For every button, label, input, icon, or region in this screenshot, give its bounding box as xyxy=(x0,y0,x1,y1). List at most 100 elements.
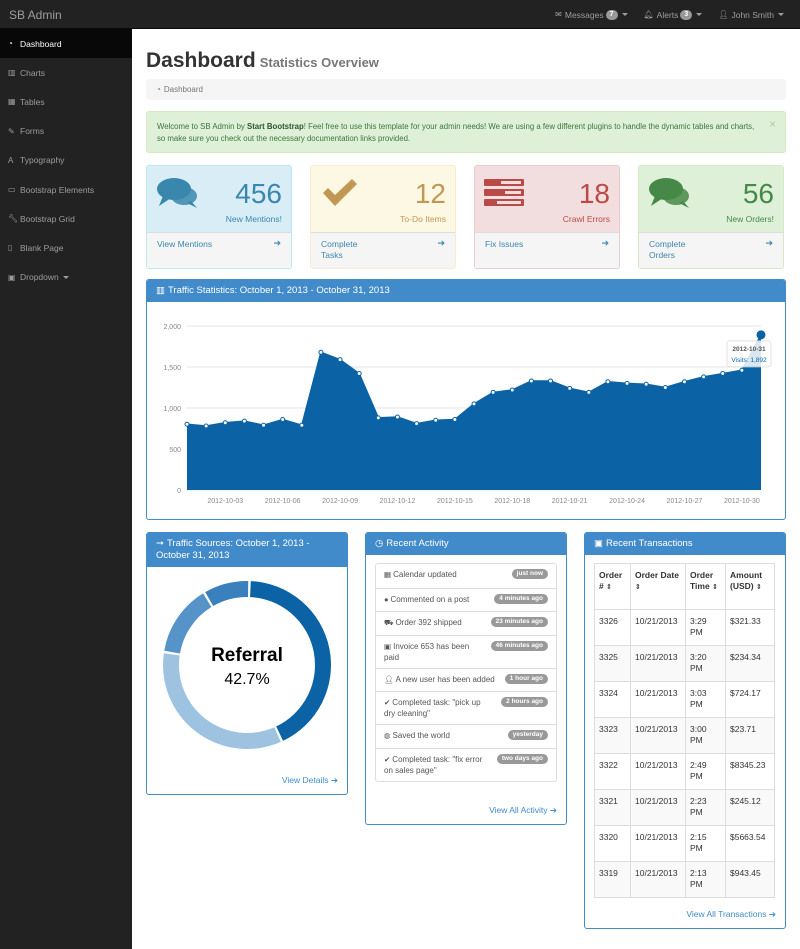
cell-time: 3:20 PM xyxy=(685,645,726,682)
link-line-1: Complete xyxy=(321,239,358,249)
caret-down-icon xyxy=(696,13,703,16)
list-item[interactable]: 👤︎ A new user has been added 1 hour ago xyxy=(376,667,556,692)
column-header-time[interactable]: Order Time ⇕ xyxy=(685,563,726,610)
data-point xyxy=(490,389,496,395)
complete-tasks-link[interactable]: Complete Tasks xyxy=(321,239,357,260)
clock-icon: ◷ xyxy=(375,538,384,549)
tooltip-visits: Visits: 1,892 xyxy=(731,357,767,364)
sidebar-item-label: Forms xyxy=(20,126,45,137)
data-point xyxy=(509,387,515,393)
sidebar-item-blank-page[interactable]: ▯ Blank Page xyxy=(0,233,132,262)
cell-order: 3323 xyxy=(594,717,631,754)
panel-heading: ◷ Recent Activity xyxy=(366,533,566,555)
panel-heading: ➞ Traffic Sources: October 1, 2013 - Octo… xyxy=(147,533,347,567)
breadcrumb: ◔ Dashboard xyxy=(146,79,786,100)
arrow-circle-right-icon[interactable]: ➔ xyxy=(273,238,281,249)
list-item[interactable]: ✔ Completed task: "pick up dry cleaning" 2… xyxy=(376,691,556,724)
sidebar-item-forms[interactable]: ✎ Forms xyxy=(0,117,132,146)
start-bootstrap-link[interactable]: Start Bootstrap xyxy=(247,122,304,131)
sidebar-item-tables[interactable]: ▦ Tables xyxy=(0,87,132,116)
cell-order: 3322 xyxy=(594,753,631,790)
sidebar-item-typography[interactable]: A Typography xyxy=(0,146,132,175)
caret-down-icon xyxy=(62,275,69,279)
sidebar-item-dashboard[interactable]: ◔ Dashboard xyxy=(0,29,132,59)
column-header-date[interactable]: Order Date ⇕ xyxy=(630,563,686,610)
data-point xyxy=(184,421,190,427)
list-item[interactable]: ⛟ Order 392 shipped 23 minutes ago xyxy=(376,611,556,635)
data-point xyxy=(624,380,630,386)
table-row: 3324 10/21/2013 3:03 PM $724.17 xyxy=(594,681,775,718)
cell-amount: $8345.23 xyxy=(725,753,775,790)
traffic-donut-chart: Referral 42.7% xyxy=(163,581,331,749)
donut-segment xyxy=(205,581,249,606)
list-item[interactable]: ▦ Calendar updated just now xyxy=(376,564,556,588)
user-dropdown[interactable]: 👤︎ John Smith xyxy=(718,10,784,20)
complete-orders-link[interactable]: Complete Orders xyxy=(649,239,685,260)
activity-time-badge: two days ago xyxy=(496,753,548,764)
data-point xyxy=(720,371,726,377)
cell-time: 2:23 PM xyxy=(685,789,726,826)
user-icon: 👤︎ xyxy=(718,10,729,19)
column-header-order[interactable]: Order # ⇕ xyxy=(594,563,631,610)
sidebar-item-bootstrap-grid[interactable]: 🔧︎ Bootstrap Grid xyxy=(0,204,132,233)
x-tick-label: 2012-10-09 xyxy=(322,498,358,505)
comments-icon xyxy=(649,178,689,208)
header-text: Order Time xyxy=(690,570,714,591)
link-line-2: Orders xyxy=(649,250,675,260)
alerts-dropdown[interactable]: 🔔︎ Alerts 3 xyxy=(644,9,703,20)
list-item[interactable]: ● Commented on a post 4 minutes ago xyxy=(376,587,556,612)
y-tick-label: 2,000 xyxy=(163,324,181,331)
stat-footer[interactable]: View Mentions ➔ xyxy=(147,232,291,268)
link-line-2: Tasks xyxy=(321,250,343,260)
breadcrumb-active: Dashboard xyxy=(163,85,203,94)
brand-link[interactable]: SB Admin xyxy=(9,8,62,22)
dashboard-icon: ◔ xyxy=(8,39,13,49)
view-all-transactions-link[interactable]: View All Transactions ➔ xyxy=(686,909,776,920)
sidebar-item-dropdown[interactable]: ▣ Dropdown xyxy=(0,263,132,292)
activity-time-badge: 23 minutes ago xyxy=(490,617,548,627)
sidebar-item-charts[interactable]: ▥ Charts xyxy=(0,58,132,87)
sort-icon: ⇕ xyxy=(755,584,762,591)
view-all-activity-link[interactable]: View All Activity ➔ xyxy=(489,805,557,816)
cell-order: 3325 xyxy=(594,645,631,682)
view-mentions-link[interactable]: View Mentions xyxy=(157,239,212,249)
arrow-circle-right-icon: ➔ xyxy=(549,805,557,815)
column-header-amount[interactable]: Amount (USD) ⇕ xyxy=(725,563,775,610)
stat-head: 56 New Orders! xyxy=(639,166,783,232)
cell-amount: $724.17 xyxy=(725,681,775,718)
messages-dropdown[interactable]: ✉ Messages 7 xyxy=(555,9,628,20)
arrow-circle-right-icon[interactable]: ➔ xyxy=(765,238,773,249)
list-item[interactable]: ◍ Saved the world yesterday xyxy=(376,724,556,748)
cell-time: 3:29 PM xyxy=(685,609,726,646)
stat-footer[interactable]: Fix Issues ➔ xyxy=(475,232,619,268)
close-icon[interactable]: × xyxy=(769,118,776,130)
cell-order: 3321 xyxy=(594,789,631,826)
calendar-icon: ▦ xyxy=(384,570,392,579)
sidebar-item-label: Dropdown xyxy=(20,272,59,283)
caret-down-icon xyxy=(778,13,784,16)
list-item[interactable]: ▣ Invoice 653 has been paid 46 minutes ago xyxy=(376,634,556,668)
activity-list: ▦ Calendar updated just now ● Commented on … xyxy=(375,563,557,782)
cell-amount: $321.33 xyxy=(725,609,775,646)
transactions-table: Order # ⇕ Order Date ⇕ Order Time ⇕ Amou… xyxy=(594,563,775,898)
data-point xyxy=(356,371,362,377)
cell-order: 3326 xyxy=(594,609,631,646)
arrow-circle-right-icon[interactable]: ➔ xyxy=(437,238,445,249)
data-point xyxy=(452,416,458,422)
top-nav-right: ✉ Messages 7 🔔︎ Alerts 3 👤︎ John Smith xyxy=(555,0,800,29)
stat-footer[interactable]: Complete Tasks ➔ xyxy=(311,232,455,268)
stat-footer[interactable]: Complete Orders ➔ xyxy=(639,232,783,268)
sort-icon: ⇕ xyxy=(712,584,718,591)
data-point xyxy=(528,378,534,384)
sidebar-item-bootstrap-elements[interactable]: ▭ Bootstrap Elements xyxy=(0,175,132,204)
stat-label: New Mentions! xyxy=(225,214,282,224)
list-item[interactable]: ✔ Completed task: "fix error on sales pag… xyxy=(376,747,556,781)
fix-issues-link[interactable]: Fix Issues xyxy=(485,239,523,249)
arrow-circle-right-icon[interactable]: ➔ xyxy=(601,238,609,249)
check-icon: ✔ xyxy=(384,754,391,764)
donut-center-value: 42.7% xyxy=(224,671,269,688)
table-row: 3320 10/21/2013 2:15 PM $5663.54 xyxy=(594,825,775,862)
view-details-link[interactable]: View Details ➔ xyxy=(282,775,338,786)
sidebar-item-label: Bootstrap Elements xyxy=(20,184,95,195)
alerts-badge: 3 xyxy=(680,9,693,20)
